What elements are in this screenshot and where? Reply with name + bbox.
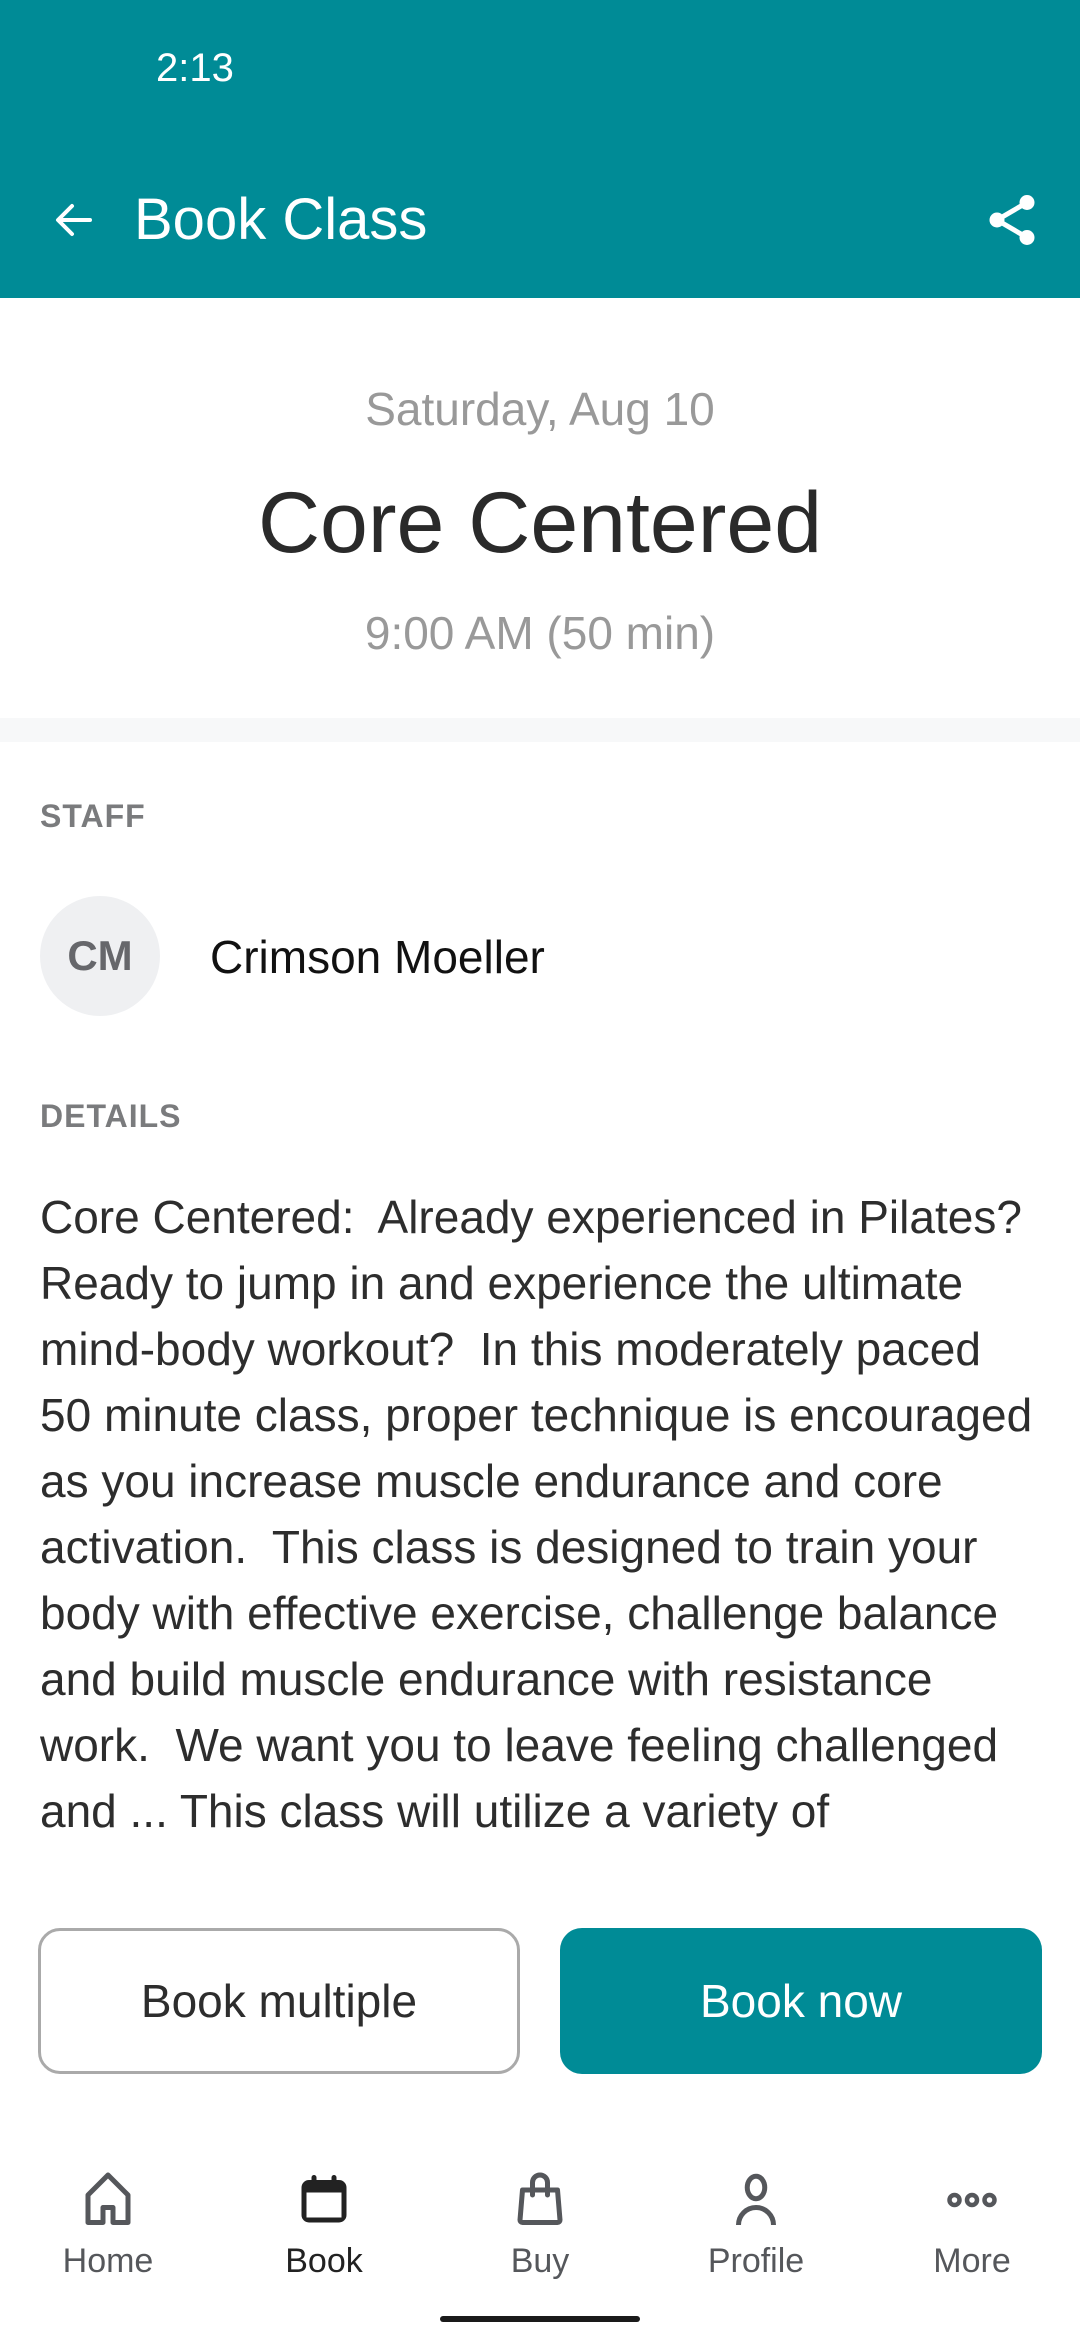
share-button[interactable] (976, 184, 1048, 256)
class-date: Saturday, Aug 10 (365, 383, 715, 435)
app-bar: 2:13 Book Class (0, 0, 1080, 298)
class-time: 9:00 AM (50 min) (364, 607, 716, 659)
nav-label: Buy (510, 2242, 570, 2280)
nav-item-book[interactable]: Book (216, 2140, 432, 2290)
staff-section-label: STAFF (40, 798, 146, 834)
nav-item-home[interactable]: Home (0, 2140, 216, 2290)
nav-label: Book (285, 2242, 363, 2280)
nav-label: Home (62, 2242, 154, 2280)
staff-avatar[interactable]: CM (40, 896, 160, 1016)
class-description: Core Centered: Already experienced in Pi… (40, 1191, 1045, 1837)
book-multiple-button[interactable]: Book multiple (38, 1928, 520, 2074)
page-title: Book Class (134, 187, 428, 252)
home-icon (85, 2172, 131, 2225)
home-indicator[interactable] (440, 2316, 640, 2322)
bottom-nav: Home Book Buy Profile More (0, 2140, 1080, 2290)
share-icon (989, 195, 1035, 245)
status-bar-time: 2:13 (156, 46, 234, 90)
class-name: Core Centered (257, 475, 823, 571)
back-button[interactable] (40, 186, 108, 254)
nav-item-more[interactable]: More (864, 2140, 1080, 2290)
staff-name[interactable]: Crimson Moeller (210, 930, 545, 984)
section-divider (0, 718, 1080, 742)
nav-item-buy[interactable]: Buy (432, 2140, 648, 2290)
nav-label: More (933, 2242, 1011, 2280)
nav-item-profile[interactable]: Profile (648, 2140, 864, 2290)
details-section-label: DETAILS (40, 1098, 182, 1134)
book-now-button[interactable]: Book now (560, 1928, 1042, 2074)
person-icon (736, 2173, 776, 2226)
calendar-icon (301, 2175, 347, 2223)
shopping-bag-icon (517, 2172, 563, 2225)
arrow-back-icon (56, 204, 92, 236)
nav-label: Profile (707, 2242, 805, 2280)
class-header: Saturday, Aug 10 Core Centered 9:00 AM (… (0, 298, 1080, 718)
more-horizontal-icon (947, 2192, 997, 2208)
